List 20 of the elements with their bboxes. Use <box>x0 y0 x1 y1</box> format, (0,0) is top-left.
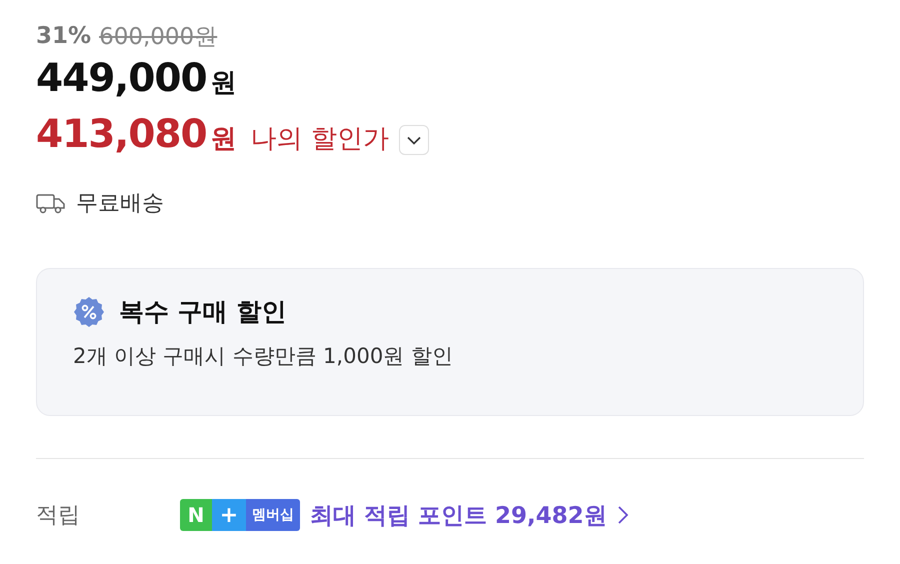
promo-description: 2개 이상 구매시 수량만큼 1,000원 할인 <box>73 343 454 370</box>
sale-price: 449,000 <box>36 56 207 101</box>
shipping-label: 무료배송 <box>76 190 164 218</box>
percent-badge-icon <box>73 296 105 328</box>
promo-title: 복수 구매 할인 <box>119 296 286 328</box>
currency-unit: 원 <box>210 67 237 100</box>
discount-price-label: 나의 할인가 <box>250 123 389 156</box>
chevron-down-icon <box>406 136 421 144</box>
discount-rate: 31% <box>36 23 92 49</box>
membership-badge: + <box>212 499 246 531</box>
discount-price: 413,080 <box>36 112 207 157</box>
points-link[interactable]: 최대 적립 포인트 29,482원 <box>310 500 629 530</box>
points-label: 적립 <box>36 502 81 530</box>
chevron-right-icon <box>616 505 629 525</box>
membership-badge: 멤버십 <box>246 499 300 531</box>
truck-icon <box>36 192 66 214</box>
currency-unit: 원 <box>210 123 237 156</box>
expand-button[interactable] <box>398 125 429 155</box>
membership-badge: N <box>180 499 212 531</box>
original-price: 600,000원 <box>99 22 218 52</box>
